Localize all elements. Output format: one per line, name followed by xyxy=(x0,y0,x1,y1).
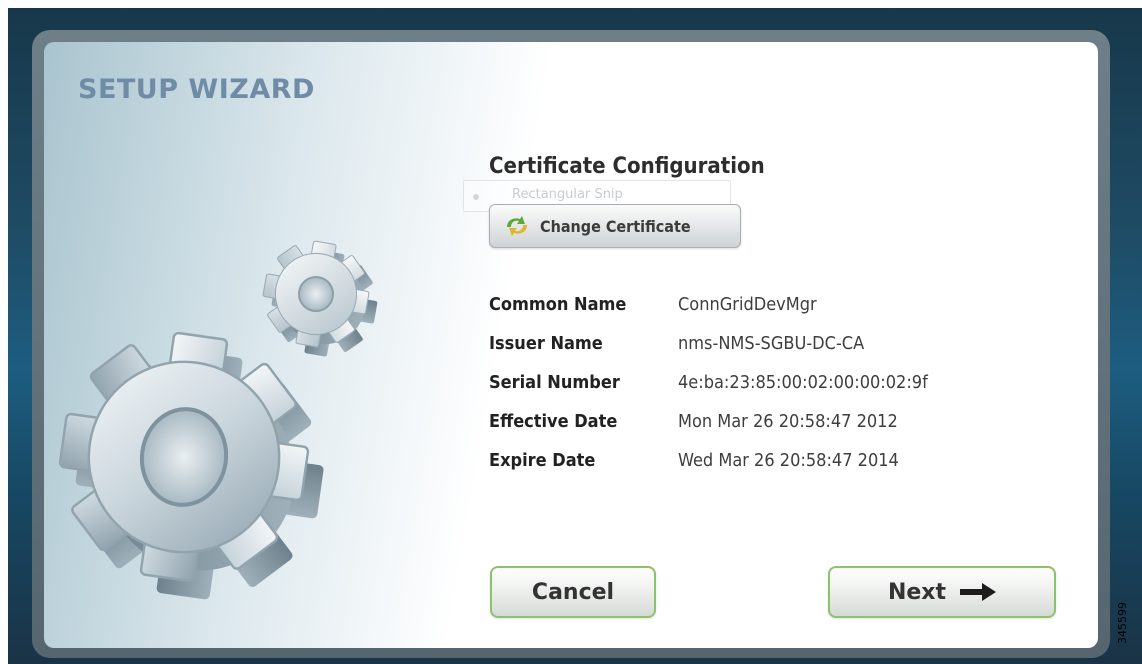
detail-value: Mon Mar 26 20:58:47 2012 xyxy=(678,411,898,432)
detail-label: Common Name xyxy=(489,294,627,315)
detail-value: ConnGridDevMgr xyxy=(678,294,817,315)
detail-label: Effective Date xyxy=(489,411,618,432)
snip-dot-icon xyxy=(473,194,479,200)
change-certificate-label: Change Certificate xyxy=(540,216,691,236)
detail-row-serial-number: Serial Number 4e:ba:23:85:00:02:00:00:02… xyxy=(489,372,1049,411)
cancel-button-label: Cancel xyxy=(531,579,615,605)
next-button[interactable]: Next xyxy=(828,566,1056,618)
certificate-details: Common Name ConnGridDevMgr Issuer Name n… xyxy=(489,294,1049,489)
section-title: Certificate Configuration xyxy=(489,154,765,179)
detail-row-expire-date: Expire Date Wed Mar 26 20:58:47 2014 xyxy=(489,450,1049,489)
detail-value: nms-NMS-SGBU-DC-CA xyxy=(678,333,865,354)
wizard-panel: SETUP WIZARD Certificate Configuration R… xyxy=(44,42,1098,648)
detail-label: Expire Date xyxy=(489,450,596,471)
detail-row-common-name: Common Name ConnGridDevMgr xyxy=(489,294,1049,333)
detail-label: Issuer Name xyxy=(489,333,603,354)
snip-overlay-label: Rectangular Snip xyxy=(512,187,623,202)
cancel-button[interactable]: Cancel xyxy=(490,566,656,618)
change-certificate-button[interactable]: Change Certificate xyxy=(489,204,741,248)
right-arrow-icon xyxy=(960,583,997,601)
detail-value: 4e:ba:23:85:00:02:00:00:02:9f xyxy=(678,372,928,393)
next-button-label: Next xyxy=(887,579,947,605)
refresh-certificate-icon xyxy=(507,216,527,236)
detail-row-effective-date: Effective Date Mon Mar 26 20:58:47 2012 xyxy=(489,411,1049,450)
detail-row-issuer-name: Issuer Name nms-NMS-SGBU-DC-CA xyxy=(489,333,1049,372)
figure-id: 345599 xyxy=(1116,602,1129,644)
detail-label: Serial Number xyxy=(489,372,620,393)
detail-value: Wed Mar 26 20:58:47 2014 xyxy=(678,450,899,471)
